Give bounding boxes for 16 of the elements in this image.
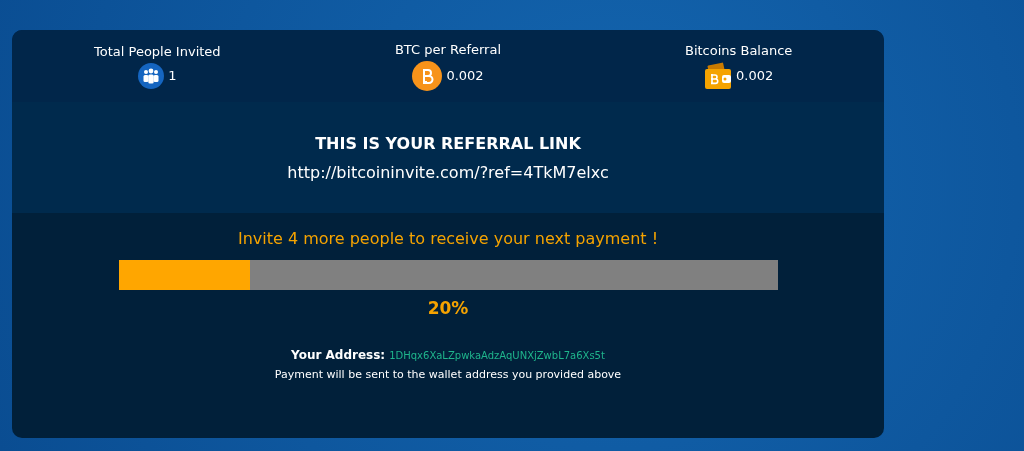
bitcoin-icon bbox=[412, 60, 443, 91]
wallet-icon bbox=[704, 61, 733, 90]
payment-note: Payment will be sent to the wallet address you provided above bbox=[274, 368, 622, 381]
stat-label: Bitcoins Balance bbox=[685, 42, 793, 58]
progress-message: Invite 4 more people to receive your next payment ! bbox=[237, 229, 659, 248]
wallet-address: 1DHqx6XaLZpwkaAdzAqUNXjZwbL7a6Xs5t bbox=[389, 350, 605, 361]
stat-value: 0.002 bbox=[736, 68, 774, 83]
referral-link[interactable]: http://bitcoininvite.com/?ref=4TkM7elxc bbox=[287, 162, 609, 182]
people-icon bbox=[138, 62, 165, 89]
link-title: THIS IS YOUR REFERRAL LINK bbox=[315, 133, 581, 153]
address-label: Your Address: bbox=[291, 348, 386, 362]
progress-reading: 20% bbox=[427, 298, 469, 318]
stat-value: 0.002 bbox=[446, 68, 484, 83]
stat-label: BTC per Referral bbox=[394, 41, 502, 57]
stat-label: Total People Invited bbox=[94, 43, 221, 59]
stat-value: 1 bbox=[168, 68, 177, 83]
